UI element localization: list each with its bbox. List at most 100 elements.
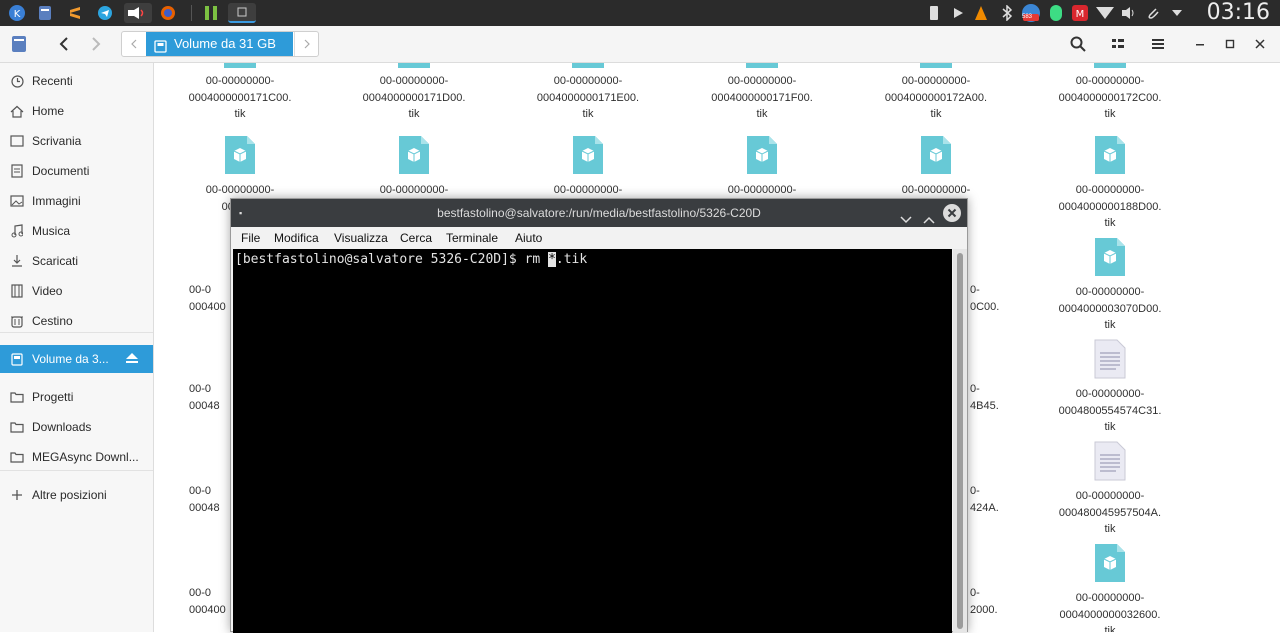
- terminal-maximize-icon[interactable]: [922, 207, 936, 224]
- file-name-line: 0004000000032600.: [1059, 608, 1161, 621]
- sidebar-item-cestino[interactable]: Cestino: [0, 307, 153, 335]
- close-icon[interactable]: [1250, 32, 1270, 56]
- sidebar-item-label: Immagini: [32, 194, 81, 208]
- file-item[interactable]: 00-00000000-000400: [503, 63, 673, 213]
- firefox-icon[interactable]: [157, 3, 179, 23]
- speaker-icon[interactable]: [1120, 0, 1138, 26]
- terminal-menu-visualizza[interactable]: Visualizza: [334, 231, 388, 245]
- volume-mixer-icon[interactable]: [124, 3, 152, 23]
- clock[interactable]: 03:16: [1207, 0, 1270, 26]
- file-item[interactable]: 00-00000000-000400: [329, 63, 499, 213]
- sidebar-separator: [0, 332, 153, 333]
- breadcrumb: Volume da 31 GB: [121, 31, 319, 57]
- file-name-line: 00-00000000-: [1075, 184, 1145, 196]
- sidebar-item-video[interactable]: Video: [0, 277, 153, 305]
- sidebar-item-label: Video: [32, 284, 63, 298]
- battery-icon[interactable]: [926, 0, 942, 26]
- search-icon[interactable]: [1066, 32, 1090, 56]
- folder-icon: [9, 390, 25, 404]
- maximize-icon[interactable]: [1220, 32, 1240, 56]
- sidebar-item-recenti[interactable]: Recenti: [0, 67, 153, 95]
- sidebar-item-megasync-downl[interactable]: MEGAsync Downl...: [0, 443, 153, 471]
- sidebar-item-scrivania[interactable]: Scrivania: [0, 127, 153, 155]
- terminal-line: [bestfastolino@salvatore 5326-C20D]$ rm …: [235, 249, 952, 270]
- folder-icon: [9, 420, 25, 434]
- file-manager-header: Volume da 31 GB: [0, 26, 1280, 63]
- sidebar-item-scaricati[interactable]: Scaricati: [0, 247, 153, 275]
- terminal-close-icon[interactable]: [943, 204, 961, 222]
- sidebar-item-altre-posizioni[interactable]: Altre posizioni: [0, 481, 153, 509]
- terminal-menu-file[interactable]: File: [241, 231, 260, 245]
- file-name-line: tik: [1104, 319, 1116, 331]
- files-app-icon[interactable]: [34, 3, 56, 23]
- sidebar-item-label: Progetti: [32, 390, 74, 404]
- music-icon: [9, 224, 25, 238]
- wifi-icon[interactable]: [1094, 0, 1116, 26]
- terminal-screen[interactable]: [bestfastolino@salvatore 5326-C20D]$ rm …: [233, 249, 952, 633]
- file-name-line: 00-00000000-: [1075, 388, 1145, 400]
- terminal-scrollbar[interactable]: [953, 249, 967, 633]
- file-name-partial: 0-: [970, 284, 980, 296]
- file-name-line: 00-00000000-: [1075, 286, 1145, 298]
- sidebar-item-label: Volume da 3...: [32, 352, 109, 366]
- file-name-partial: 0-: [970, 485, 980, 497]
- file-name-line: 00-00000000-: [727, 184, 797, 196]
- view-options-icon[interactable]: [1106, 32, 1130, 56]
- breadcrumb-left-icon[interactable]: [122, 32, 146, 56]
- sidebar-item-volume-da-3[interactable]: Volume da 3...: [0, 345, 153, 373]
- terminal-title: bestfastolino@salvatore:/run/media/bestf…: [437, 206, 761, 220]
- sidebar-item-label: Cestino: [32, 314, 73, 328]
- terminal-menu-terminale[interactable]: Terminale: [446, 231, 498, 245]
- vlc-icon[interactable]: [972, 0, 990, 26]
- terminal-menu-modifica[interactable]: Modifica: [274, 231, 319, 245]
- sublime-icon[interactable]: [64, 3, 86, 23]
- svg-text:K: K: [14, 9, 21, 20]
- terminal-menu-aiuto[interactable]: Aiuto: [515, 231, 542, 245]
- android-icon[interactable]: [1046, 0, 1066, 26]
- sidebar-separator: [0, 470, 153, 471]
- app-green-icon[interactable]: [200, 3, 222, 23]
- notification-badge-icon[interactable]: 583: [1020, 0, 1042, 26]
- breadcrumb-right-icon[interactable]: [294, 32, 318, 56]
- file-name-partial: 0C00.: [970, 300, 1000, 313]
- bluetooth-icon[interactable]: [998, 0, 1016, 26]
- play-icon[interactable]: [950, 0, 966, 26]
- svg-text:M: M: [1076, 9, 1085, 20]
- attachment-icon[interactable]: [1144, 0, 1162, 26]
- telegram-icon[interactable]: [94, 3, 116, 23]
- eject-icon[interactable]: [125, 352, 141, 366]
- terminal-minimize-icon[interactable]: [899, 207, 913, 224]
- sidebar-item-documenti[interactable]: Documenti: [0, 157, 153, 185]
- sidebar-item-home[interactable]: Home: [0, 97, 153, 125]
- file-item[interactable]: 00-00000000-000400: [677, 63, 847, 213]
- menu-icon[interactable]: [1146, 32, 1170, 56]
- file-item[interactable]: 00-00000000-5B00.: [851, 63, 1021, 213]
- sidebar-item-immagini[interactable]: Immagini: [0, 187, 153, 215]
- back-button[interactable]: [52, 32, 76, 56]
- terminal-menu-cerca[interactable]: Cerca: [400, 231, 432, 245]
- sidebar-item-musica[interactable]: Musica: [0, 217, 153, 245]
- terminal-cursor: *: [548, 252, 556, 267]
- sidebar-item-progetti[interactable]: Progetti: [0, 383, 153, 411]
- terminal-titlebar[interactable]: ▪ bestfastolino@salvatore:/run/media/bes…: [231, 199, 967, 227]
- sidebar-item-downloads[interactable]: Downloads: [0, 413, 153, 441]
- film-icon: [9, 284, 25, 298]
- plus-icon: [9, 488, 25, 502]
- package-file-icon: [920, 135, 952, 175]
- terminal-task-icon[interactable]: [228, 3, 256, 23]
- kde-menu-icon[interactable]: K: [6, 3, 28, 23]
- file-item[interactable]: 00-00000000- 0004000000032600. tik: [1025, 63, 1195, 632]
- file-name-line: 0004000003070D00.: [1058, 302, 1162, 315]
- file-name-partial: 424A.: [970, 501, 999, 514]
- trash-icon: [9, 314, 25, 328]
- minimize-icon[interactable]: [1190, 32, 1210, 56]
- file-name-partial: 4B45.: [970, 399, 999, 412]
- tray-expand-icon[interactable]: [1168, 0, 1186, 26]
- mega-icon[interactable]: M: [1070, 0, 1090, 26]
- breadcrumb-current[interactable]: Volume da 31 GB: [146, 32, 293, 56]
- sidebar-toggle-icon[interactable]: [8, 32, 30, 56]
- terminal-scroll-thumb[interactable]: [957, 253, 963, 629]
- forward-button[interactable]: [84, 32, 108, 56]
- separator: [191, 5, 192, 21]
- sidebar: Recenti Home Scrivania Documenti Immagini Mus…: [0, 63, 154, 632]
